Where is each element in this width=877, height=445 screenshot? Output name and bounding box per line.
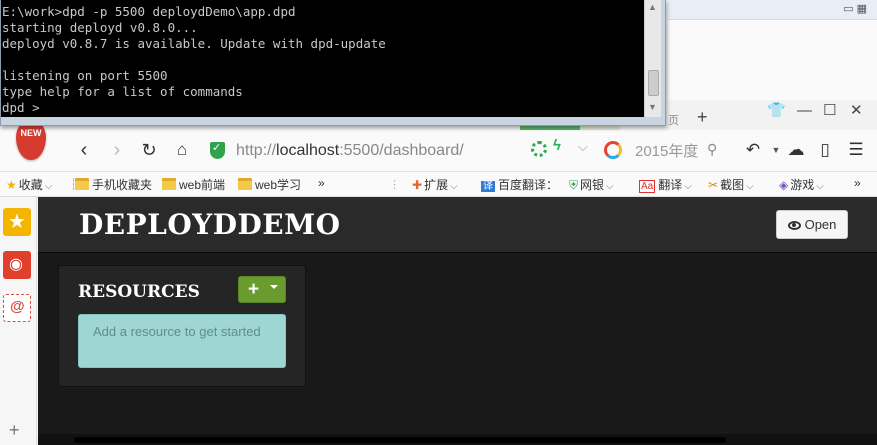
weibo-icon[interactable] bbox=[3, 251, 31, 279]
tab-overflow-icon[interactable]: 页 bbox=[668, 112, 679, 128]
bookmark-mobile-folder[interactable]: 手机收藏夹 bbox=[75, 176, 152, 193]
toolbar-overflow[interactable]: » bbox=[854, 176, 861, 190]
console-line: type help for a list of commands bbox=[2, 84, 243, 99]
extensions-menu[interactable]: ✚ 扩展 ⌵ bbox=[412, 176, 458, 193]
dict-icon: Aa bbox=[639, 180, 656, 193]
online-banking[interactable]: ⛨ 网银 ⌵ bbox=[569, 176, 614, 193]
console-line: E:\work>dpd -p 5500 deploydDemo\app.dpd bbox=[2, 4, 296, 19]
undo-icon[interactable]: ↶ bbox=[742, 138, 764, 162]
resources-panel: RESOURCES + Add a resource to get starte… bbox=[58, 265, 306, 387]
add-sidebar-button[interactable]: + bbox=[9, 420, 20, 441]
mobile-icon[interactable]: ▯ bbox=[814, 138, 836, 162]
bookmark-web-study[interactable]: web学习 bbox=[238, 176, 301, 193]
ie-mode-icon[interactable] bbox=[531, 141, 547, 157]
dashboard-main: RESOURCES + Add a resource to get starte… bbox=[38, 253, 877, 434]
folder-icon bbox=[238, 178, 252, 190]
browser-sidebar: + bbox=[0, 197, 37, 445]
back-button[interactable]: ‹ bbox=[72, 138, 96, 162]
navigation-bar: NEW ‹ › ↻ ⌂ http://localhost:5500/dashbo… bbox=[0, 120, 877, 172]
game-icon: ◈ bbox=[779, 178, 789, 192]
search-input[interactable]: 2015年度 bbox=[635, 140, 698, 161]
scrollbar-thumb[interactable] bbox=[74, 437, 726, 443]
home-button[interactable]: ⌂ bbox=[170, 138, 194, 162]
minimize-button[interactable]: — bbox=[797, 102, 812, 120]
eye-icon bbox=[787, 221, 801, 230]
folder-icon bbox=[75, 178, 89, 190]
favorites-icon[interactable] bbox=[3, 208, 31, 236]
dashboard-header: DEPLOYDDEMO Open bbox=[38, 197, 877, 253]
puzzle-icon: ✚ bbox=[412, 178, 423, 192]
plus-icon: + bbox=[248, 279, 260, 300]
caret-down-icon bbox=[270, 285, 278, 289]
undo-dropdown-icon[interactable]: ▼ bbox=[765, 138, 787, 162]
console-line: deployd v0.8.7 is available. Update with… bbox=[2, 36, 386, 51]
mail-icon[interactable] bbox=[3, 294, 31, 322]
address-dropdown-icon[interactable]: ⌵ bbox=[578, 139, 588, 155]
reload-button[interactable]: ↻ bbox=[137, 138, 161, 162]
address-bar[interactable]: http://localhost:5500/dashboard/ bbox=[206, 137, 584, 165]
bookmark-web-frontend[interactable]: web前端 bbox=[162, 176, 225, 193]
app-title[interactable]: DEPLOYDDEMO bbox=[79, 208, 341, 241]
secure-shield-icon bbox=[210, 141, 225, 159]
new-badge-icon[interactable]: NEW bbox=[16, 120, 46, 160]
tab-window-icons: ▭ ▦ bbox=[843, 3, 867, 15]
dashboard-page: DEPLOYDDEMO Open RESOURCES + Add a resou… bbox=[38, 197, 877, 445]
blank-area bbox=[668, 20, 877, 100]
add-resource-button[interactable]: + bbox=[238, 276, 286, 303]
scroll-down-icon[interactable]: ▼ bbox=[648, 102, 657, 112]
folder-icon bbox=[162, 178, 176, 190]
scrollbar-thumb[interactable] bbox=[648, 70, 659, 96]
star-icon: ★ bbox=[6, 178, 17, 192]
bookmarks-bar: ★ 收藏 ⌵ ┆ 手机收藏夹 web前端 web学习 » ⋮ ✚ 扩展 ⌵ 译百度翻译：… bbox=[0, 172, 877, 197]
translate-menu[interactable]: Aa 翻译 ⌵ bbox=[639, 176, 692, 193]
open-app-button[interactable]: Open bbox=[776, 210, 848, 239]
bookmark-separator: ⋮ bbox=[389, 179, 400, 191]
empty-resources-hint: Add a resource to get started bbox=[78, 314, 286, 368]
console-window: E:\work>dpd -p 5500 deploydDemo\app.dpd … bbox=[0, 0, 666, 126]
new-tab-button[interactable]: + bbox=[697, 107, 708, 127]
cloud-icon[interactable]: ☁ bbox=[785, 138, 807, 162]
horizontal-scrollbar[interactable] bbox=[38, 434, 877, 445]
background-tab[interactable]: ▭ ▦ bbox=[668, 0, 877, 20]
console-line: starting deployd v0.8.0... bbox=[2, 20, 198, 35]
screenshot-menu[interactable]: ✂ 截图 ⌵ bbox=[708, 176, 754, 193]
screenshot-icon: ✂ bbox=[708, 178, 719, 192]
search-box[interactable]: 2015年度 ⚲ bbox=[604, 139, 722, 163]
shield-icon: ⛨ bbox=[569, 178, 579, 192]
menu-icon[interactable]: ☰ bbox=[845, 138, 867, 162]
lightning-icon[interactable]: ϟ bbox=[553, 137, 561, 154]
baidu-translate[interactable]: 译百度翻译： bbox=[481, 176, 558, 193]
bookmark-favorites[interactable]: ★ 收藏 ⌵ bbox=[6, 176, 52, 193]
console-line: listening on port 5500 bbox=[2, 68, 168, 83]
games-menu[interactable]: ◈ 游戏 ⌵ bbox=[779, 176, 824, 193]
maximize-button[interactable]: ☐ bbox=[823, 102, 836, 120]
console-output[interactable]: E:\work>dpd -p 5500 deploydDemo\app.dpd … bbox=[1, 0, 644, 117]
console-prompt[interactable]: dpd > bbox=[2, 100, 644, 116]
close-window-button[interactable]: ✕ bbox=[850, 102, 863, 120]
console-scrollbar[interactable]: ▲ ▼ bbox=[644, 0, 661, 117]
translate-icon: 译 bbox=[481, 181, 495, 192]
bookmarks-overflow[interactable]: » bbox=[318, 176, 325, 190]
forward-button[interactable]: › bbox=[105, 138, 129, 162]
scroll-up-icon[interactable]: ▲ bbox=[648, 2, 657, 12]
search-engine-icon[interactable] bbox=[604, 141, 622, 159]
url-text[interactable]: http://localhost:5500/dashboard/ bbox=[236, 142, 464, 160]
resources-title: RESOURCES bbox=[78, 282, 200, 302]
skin-icon[interactable]: 👕 bbox=[767, 102, 786, 120]
search-icon[interactable]: ⚲ bbox=[707, 141, 717, 158]
